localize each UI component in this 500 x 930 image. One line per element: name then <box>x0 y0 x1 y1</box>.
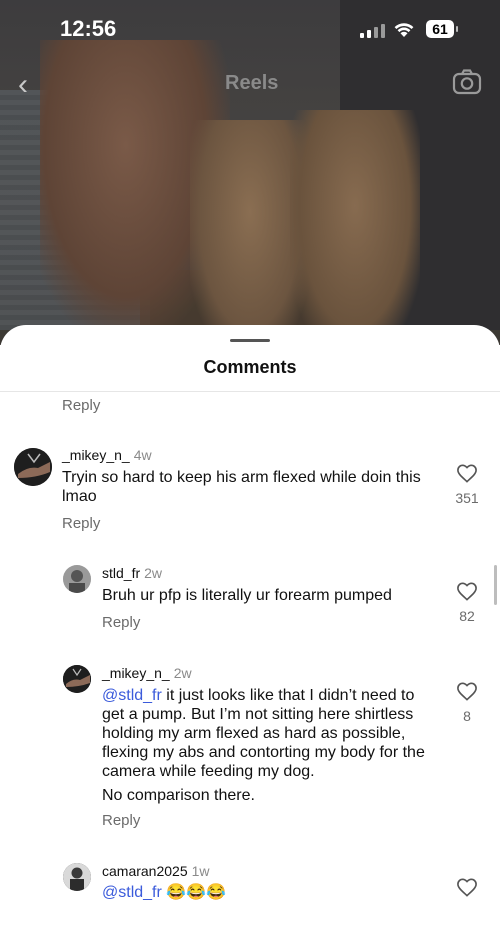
comment-text: @stld_fr it just looks like that I didn’… <box>102 686 437 805</box>
chevron-left-icon[interactable]: ‹ <box>18 68 28 102</box>
status-time: 12:56 <box>60 16 117 41</box>
like-count: 351 <box>455 490 479 506</box>
like-button[interactable] <box>447 877 487 902</box>
like-count: 82 <box>459 608 475 624</box>
mention-link[interactable]: @stld_fr <box>102 687 162 704</box>
comment-username[interactable]: stld_fr 2w <box>102 565 162 581</box>
heart-icon <box>457 582 477 601</box>
like-button[interactable]: 82 <box>447 581 487 624</box>
avatar[interactable] <box>63 565 91 593</box>
drag-handle[interactable] <box>230 339 270 342</box>
avatar[interactable] <box>14 448 52 486</box>
comment-text: Bruh ur pfp is literally ur forearm pump… <box>102 587 392 604</box>
comment-age: 2w <box>173 665 192 681</box>
comment-username[interactable]: camaran2025 1w <box>102 863 210 879</box>
cellular-signal-icon <box>360 24 385 38</box>
reply-button[interactable]: Reply <box>102 614 140 631</box>
avatar[interactable] <box>63 863 91 891</box>
mention-link[interactable]: @stld_fr <box>102 884 162 901</box>
divider <box>0 391 500 392</box>
comment-text: Tryin so hard to keep his arm flexed whi… <box>62 469 421 505</box>
comment-age: 2w <box>144 565 163 581</box>
comments-title: Comments <box>203 357 297 377</box>
status-bar: 12:56 61 <box>0 14 500 48</box>
dog-figure <box>290 110 420 345</box>
battery-icon: 61 <box>426 20 458 38</box>
avatar[interactable] <box>63 665 91 693</box>
reply-button[interactable]: Reply <box>62 397 100 414</box>
heart-icon <box>457 878 477 897</box>
reply-button[interactable]: Reply <box>102 812 140 829</box>
heart-icon <box>457 464 477 483</box>
reels-top-bar: ‹ Reels <box>0 62 500 106</box>
heart-icon <box>457 682 477 701</box>
comment-age: 4w <box>133 447 152 463</box>
comment-text-line: No comparison there. <box>102 787 255 804</box>
reel-video[interactable] <box>0 0 500 345</box>
reply-button[interactable]: Reply <box>62 515 100 532</box>
like-button[interactable]: 351 <box>447 463 487 506</box>
page-title: Reels <box>225 72 279 94</box>
comment-age: 1w <box>191 863 210 879</box>
comment-username[interactable]: _mikey_n_ 4w <box>62 447 152 463</box>
comment-text: @stld_fr 😂😂😂 <box>102 884 227 901</box>
like-button[interactable]: 8 <box>447 681 487 724</box>
like-count: 8 <box>463 708 471 724</box>
wifi-icon <box>394 23 414 37</box>
camera-icon[interactable] <box>452 68 482 96</box>
comment-username[interactable]: _mikey_n_ 2w <box>102 665 192 681</box>
comments-sheet: Comments Reply _mikey_n_ 4w Tryin so hard… <box>0 325 500 930</box>
scrollbar[interactable] <box>494 565 497 605</box>
